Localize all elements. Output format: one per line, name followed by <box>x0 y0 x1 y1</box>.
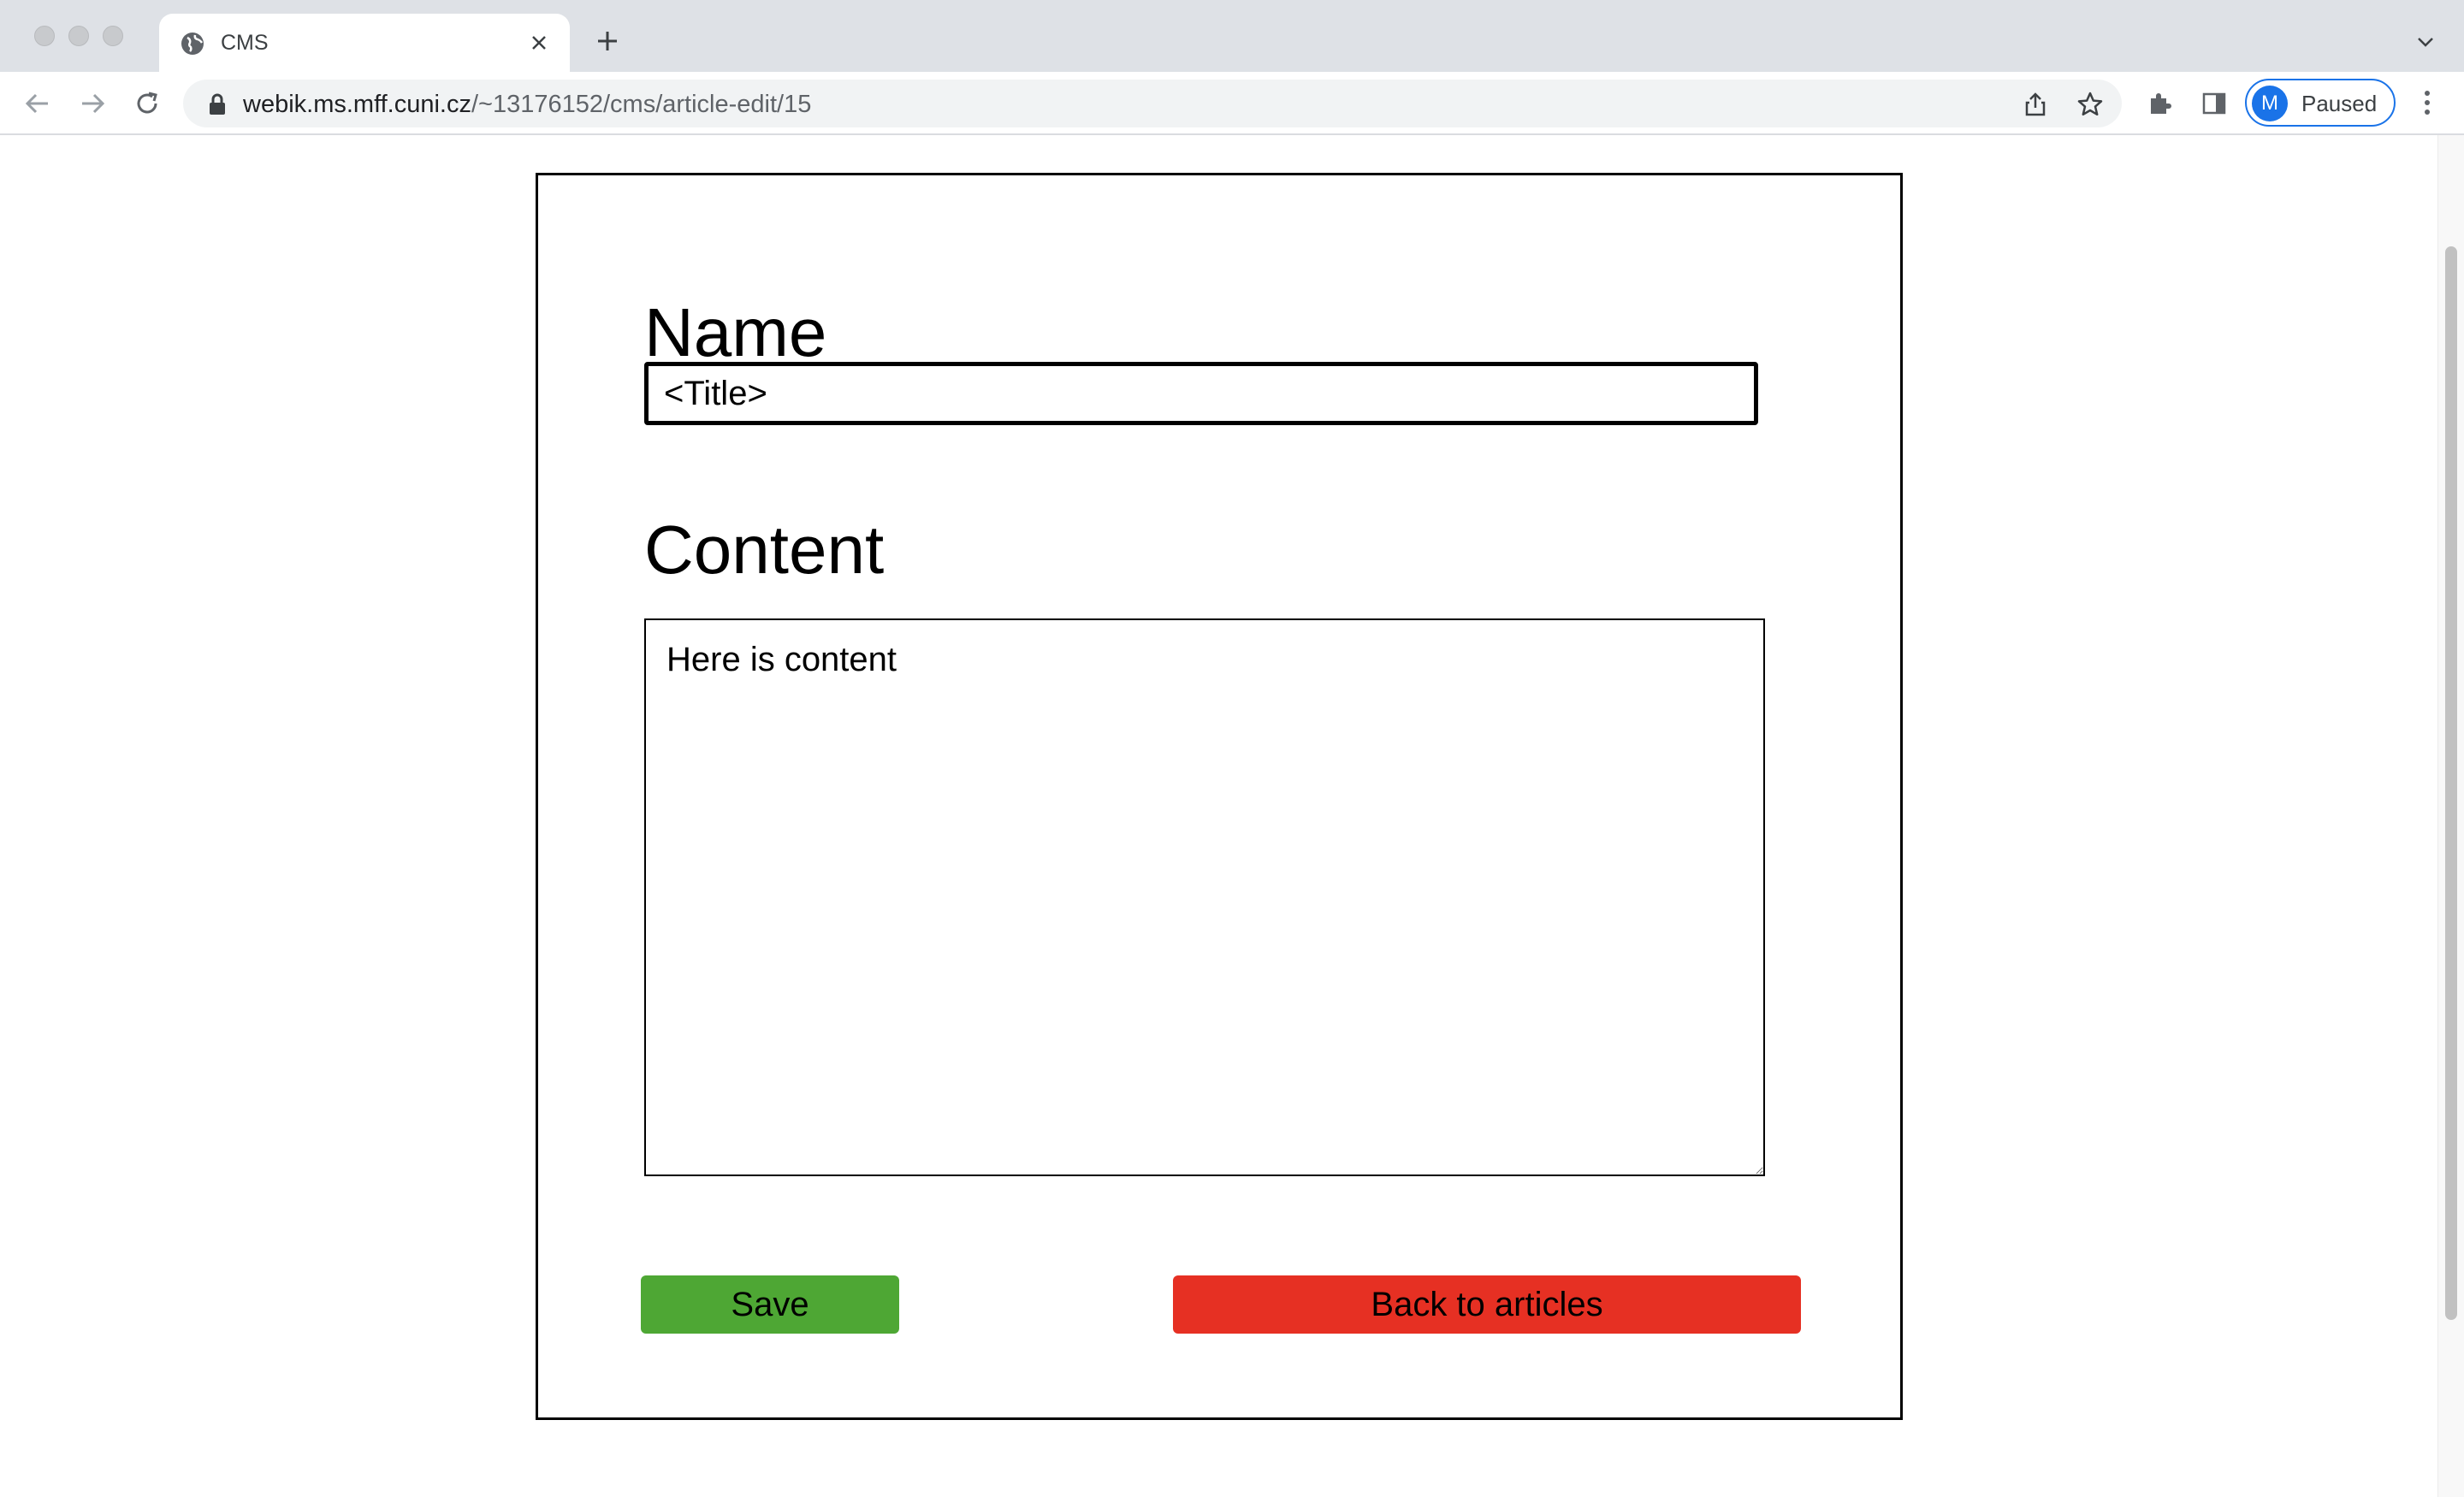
arrow-left-icon <box>25 93 48 114</box>
kebab-menu-icon <box>2425 91 2430 115</box>
content-textarea[interactable]: Here is content <box>644 618 1765 1176</box>
url-path: /~13176152/cms/article-edit/15 <box>471 91 812 118</box>
reload-icon <box>137 92 157 114</box>
puzzle-icon <box>2151 93 2171 114</box>
star-icon <box>2077 92 2103 116</box>
url-text: webik.ms.mff.cuni.cz/~13176152/cms/artic… <box>243 90 811 119</box>
article-edit-form: Name Content Here is content Save Back t… <box>536 173 1903 1420</box>
close-icon <box>532 36 546 50</box>
back-to-articles-button[interactable]: Back to articles <box>1173 1275 1801 1334</box>
page-viewport: Name Content Here is content Save Back t… <box>0 135 2464 1497</box>
vertical-scrollbar[interactable] <box>2437 135 2464 1497</box>
address-bar[interactable]: webik.ms.mff.cuni.cz/~13176152/cms/artic… <box>183 80 2122 127</box>
scrollbar-thumb[interactable] <box>2445 246 2457 1320</box>
window-minimize-control[interactable] <box>68 26 89 46</box>
extensions-button[interactable] <box>2144 88 2175 119</box>
window-close-control[interactable] <box>34 26 55 46</box>
browser-menu-button[interactable] <box>2413 86 2442 120</box>
name-heading: Name <box>644 294 827 370</box>
share-icon <box>2025 92 2046 116</box>
browser-tab-strip: CMS <box>0 0 2464 72</box>
arrow-right-icon <box>82 93 105 114</box>
chevron-down-icon <box>2418 38 2433 47</box>
save-button[interactable]: Save <box>641 1275 899 1334</box>
profile-status-label: Paused <box>2301 91 2378 116</box>
bookmark-button[interactable] <box>2076 90 2105 119</box>
tab-close-button[interactable] <box>524 27 554 58</box>
profile-button[interactable]: M Paused <box>2245 79 2396 127</box>
new-tab-button[interactable] <box>592 26 623 56</box>
reload-button[interactable] <box>130 86 164 121</box>
url-host: webik.ms.mff.cuni.cz <box>243 91 471 118</box>
browser-tab-active[interactable]: CMS <box>159 14 570 72</box>
forward-nav-button[interactable] <box>75 86 110 121</box>
back-nav-button[interactable] <box>21 86 55 121</box>
lock-icon <box>210 93 225 115</box>
title-input[interactable] <box>644 362 1758 425</box>
globe-icon <box>181 33 204 55</box>
side-panel-button[interactable] <box>2199 88 2230 119</box>
content-heading: Content <box>644 512 885 588</box>
plus-icon <box>598 32 617 50</box>
browser-toolbar: webik.ms.mff.cuni.cz/~13176152/cms/artic… <box>0 72 2464 135</box>
window-zoom-control[interactable] <box>103 26 123 46</box>
side-panel-icon <box>2202 92 2226 115</box>
tab-search-button[interactable] <box>2411 27 2440 56</box>
tab-title: CMS <box>221 31 269 55</box>
share-button[interactable] <box>2021 90 2050 119</box>
avatar: M <box>2252 86 2288 121</box>
